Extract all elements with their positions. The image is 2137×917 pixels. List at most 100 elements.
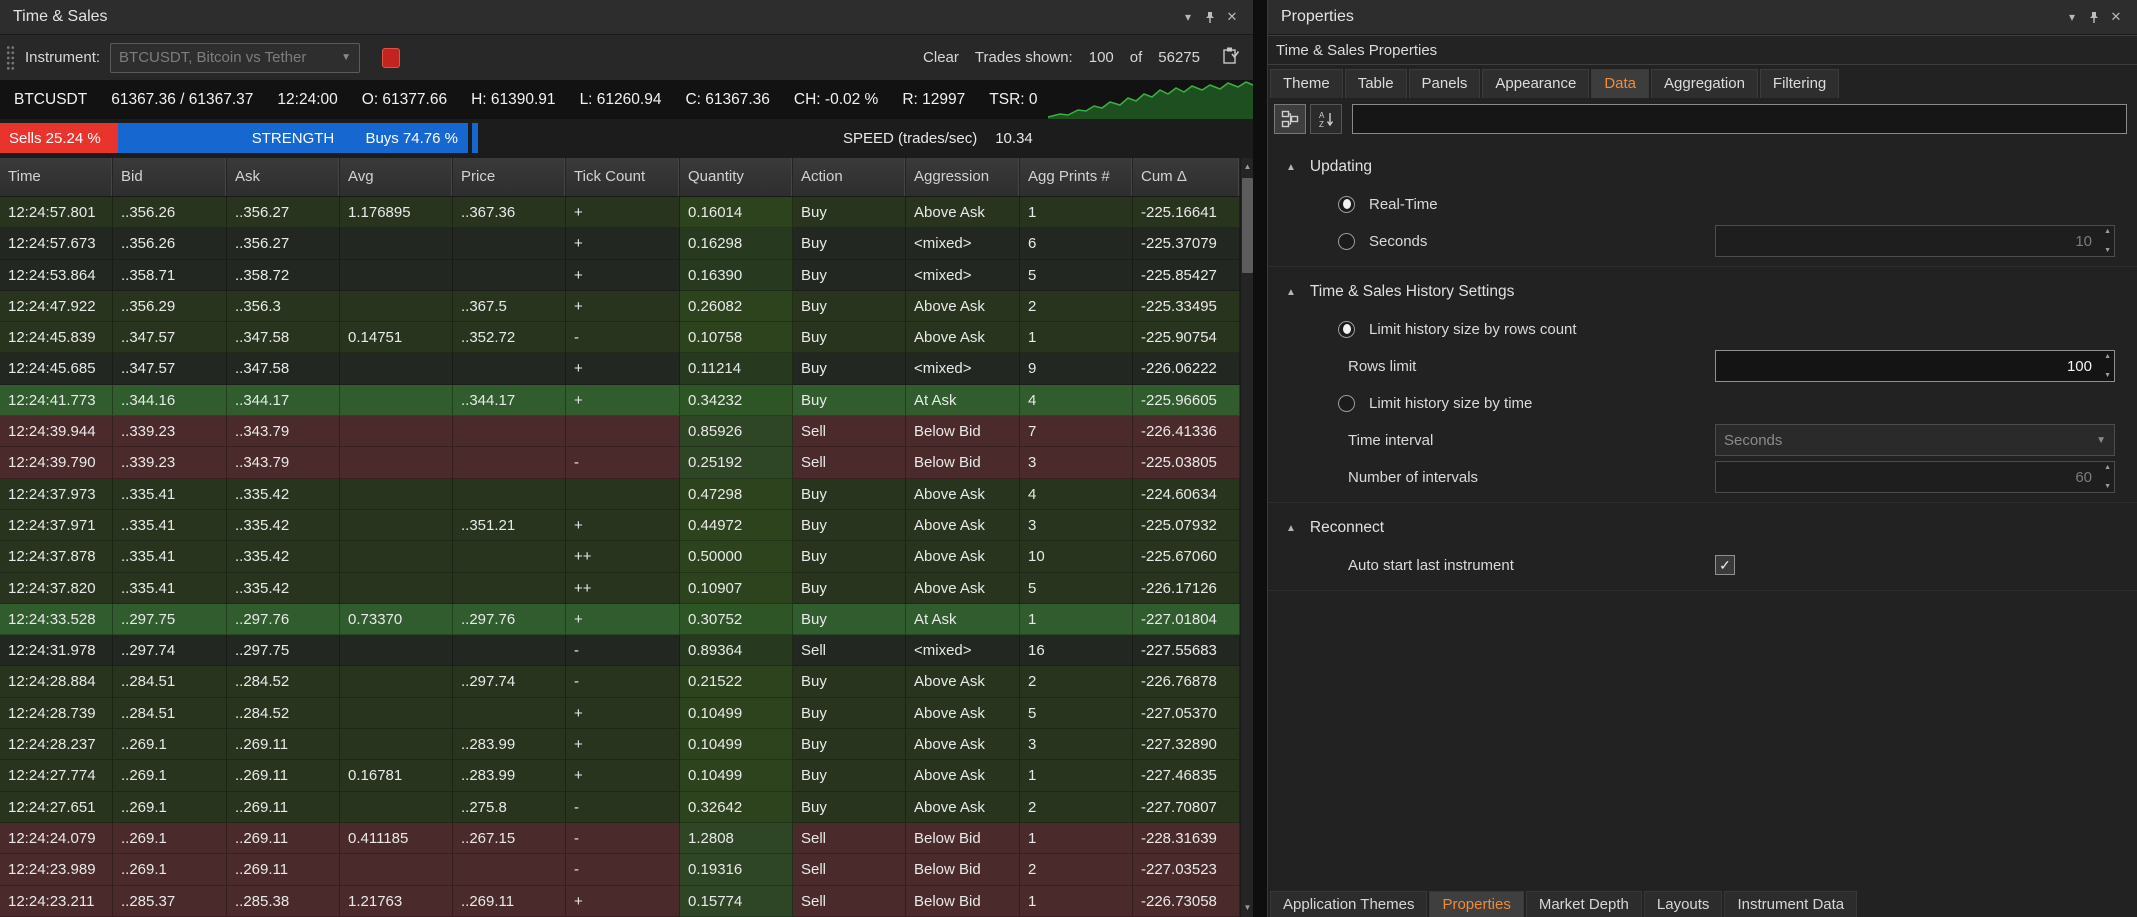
close-icon[interactable]: ✕ [1221,9,1243,25]
table-row[interactable]: 12:24:39.944..339.23..343.790.85926SellB… [0,416,1240,447]
instrument-select[interactable]: BTCUSDT, Bitcoin vs Tether ▼ [110,43,360,73]
app-window: Time & Sales ▾ ✕ Instrument: BTCUSDT, Bi… [0,0,2137,917]
spinner-down-icon[interactable]: ▼ [2104,247,2111,254]
table-row[interactable]: 12:24:28.237..269.1..269.11..283.99+0.10… [0,729,1240,760]
table-row[interactable]: 12:24:39.790..339.23..343.79-0.25192Sell… [0,447,1240,478]
tab-data[interactable]: Data [1591,69,1649,98]
limit-time-radio[interactable] [1338,395,1355,412]
tab-theme[interactable]: Theme [1270,69,1343,98]
table-row[interactable]: 12:24:27.774..269.1..269.110.16781..283.… [0,760,1240,791]
seconds-input[interactable]: 10 ▲▼ [1715,225,2115,257]
column-header-action[interactable]: Action [793,158,906,196]
tab-aggregation[interactable]: Aggregation [1651,69,1758,98]
table-row[interactable]: 12:24:28.884..284.51..284.52..297.74-0.2… [0,666,1240,697]
clear-button[interactable]: Clear [923,49,959,66]
time-interval-label: Time interval [1348,432,1433,449]
categorize-icon[interactable] [1274,104,1306,134]
table-row[interactable]: 12:24:57.673..356.26..356.27+0.16298Buy<… [0,228,1240,259]
column-header-quantity[interactable]: Quantity [680,158,793,196]
bottom-tab-market-depth[interactable]: Market Depth [1526,891,1642,917]
bottom-tab-properties[interactable]: Properties [1429,891,1523,917]
section-title: Updating [1310,158,1372,176]
table-row[interactable]: 12:24:57.801..356.26..356.271.176895..36… [0,197,1240,228]
collapse-icon[interactable]: ▲ [1286,162,1296,173]
cell-tick: + [566,197,680,228]
column-header-ask[interactable]: Ask [227,158,340,196]
bottom-tab-layouts[interactable]: Layouts [1644,891,1723,917]
table-row[interactable]: 12:24:28.739..284.51..284.52+0.10499BuyA… [0,698,1240,729]
collapse-icon[interactable]: ▲ [1286,287,1296,298]
rows-limit-input[interactable]: 100 ▲▼ [1715,350,2115,382]
panel-menu-arrow-icon[interactable]: ▾ [2061,10,2083,24]
cell-avg [340,792,453,823]
column-header-agg-prints[interactable]: Agg Prints # [1020,158,1133,196]
spinner-down-icon[interactable]: ▼ [2104,483,2111,490]
spinner-up-icon[interactable]: ▲ [2104,464,2111,471]
column-header-time[interactable]: Time [0,158,113,196]
table-row[interactable]: 12:24:37.973..335.41..335.420.47298BuyAb… [0,479,1240,510]
table-row[interactable]: 12:24:33.528..297.75..297.760.73370..297… [0,604,1240,635]
table-row[interactable]: 12:24:37.878..335.41..335.42++0.50000Buy… [0,541,1240,572]
scroll-up-icon[interactable]: ▲ [1241,158,1254,176]
section-history[interactable]: ▲ Time & Sales History Settings [1268,275,2137,309]
sort-az-icon[interactable]: AZ [1310,104,1342,134]
copy-trades-icon[interactable] [1222,46,1239,69]
section-updating[interactable]: ▲ Updating [1268,150,2137,184]
column-header-avg[interactable]: Avg [340,158,453,196]
cell-prints: 3 [1020,510,1133,541]
table-row[interactable]: 12:24:37.820..335.41..335.42++0.10907Buy… [0,573,1240,604]
bottom-tab-application-themes[interactable]: Application Themes [1270,891,1427,917]
close-icon[interactable]: ✕ [2105,9,2127,25]
spinner-up-icon[interactable]: ▲ [2104,353,2111,360]
spinner-down-icon[interactable]: ▼ [2104,372,2111,379]
time-interval-select[interactable]: Seconds ▼ [1715,424,2115,456]
table-row[interactable]: 12:24:23.211..285.37..285.381.21763..269… [0,886,1240,917]
collapse-icon[interactable]: ▲ [1286,523,1296,534]
tab-filtering[interactable]: Filtering [1760,69,1839,98]
stop-button[interactable] [382,48,400,68]
spinner-up-icon[interactable]: ▲ [2104,228,2111,235]
cell-tick: ++ [566,573,680,604]
limit-rows-radio[interactable] [1338,321,1355,338]
bottom-tab-instrument-data[interactable]: Instrument Data [1724,891,1857,917]
tab-panels[interactable]: Panels [1409,69,1481,98]
drag-handle-icon[interactable] [6,45,15,71]
table-row[interactable]: 12:24:41.773..344.16..344.17..344.17+0.3… [0,385,1240,416]
table-scrollbar[interactable]: ▲ ▼ [1240,158,1253,917]
cell-action: Buy [793,573,906,604]
cell-price [453,854,566,885]
seconds-radio[interactable] [1338,233,1355,250]
tab-table[interactable]: Table [1345,69,1407,98]
column-header-price[interactable]: Price [453,158,566,196]
section-reconnect[interactable]: ▲ Reconnect [1268,511,2137,545]
num-intervals-input[interactable]: 60 ▲▼ [1715,461,2115,493]
table-row[interactable]: 12:24:45.685..347.57..347.58+0.11214Buy<… [0,353,1240,384]
table-row[interactable]: 12:24:47.922..356.29..356.3..367.5+0.260… [0,291,1240,322]
column-header-aggression[interactable]: Aggression [906,158,1020,196]
auto-start-checkbox[interactable]: ✓ [1715,555,1735,575]
cell-bid: ..344.16 [113,385,227,416]
tab-appearance[interactable]: Appearance [1482,69,1589,98]
scroll-down-icon[interactable]: ▼ [1241,899,1254,917]
pin-icon[interactable] [1199,10,1221,24]
panel-divider[interactable] [1253,0,1267,917]
table-row[interactable]: 12:24:24.079..269.1..269.110.411185..267… [0,823,1240,854]
table-row[interactable]: 12:24:53.864..358.71..358.72+0.16390Buy<… [0,260,1240,291]
scrollbar-thumb[interactable] [1242,178,1253,273]
properties-search-input[interactable] [1352,104,2127,134]
column-header-tick-count[interactable]: Tick Count [566,158,680,196]
table-row[interactable]: 12:24:37.971..335.41..335.42..351.21+0.4… [0,510,1240,541]
cell-qty: 0.44972 [680,510,793,541]
table-row[interactable]: 12:24:31.978..297.74..297.75-0.89364Sell… [0,635,1240,666]
panel-menu-arrow-icon[interactable]: ▾ [1177,10,1199,24]
table-row[interactable]: 12:24:23.989..269.1..269.11-0.19316SellB… [0,854,1240,885]
column-header-cum-delta[interactable]: Cum Δ [1133,158,1240,196]
table-row[interactable]: 12:24:27.651..269.1..269.11..275.8-0.326… [0,792,1240,823]
column-header-bid[interactable]: Bid [113,158,227,196]
cell-bid: ..269.1 [113,823,227,854]
cell-aggression: Above Ask [906,510,1020,541]
pin-icon[interactable] [2083,10,2105,24]
table-row[interactable]: 12:24:45.839..347.57..347.580.14751..352… [0,322,1240,353]
real-time-radio[interactable] [1338,196,1355,213]
cell-time: 12:24:37.820 [0,573,113,604]
